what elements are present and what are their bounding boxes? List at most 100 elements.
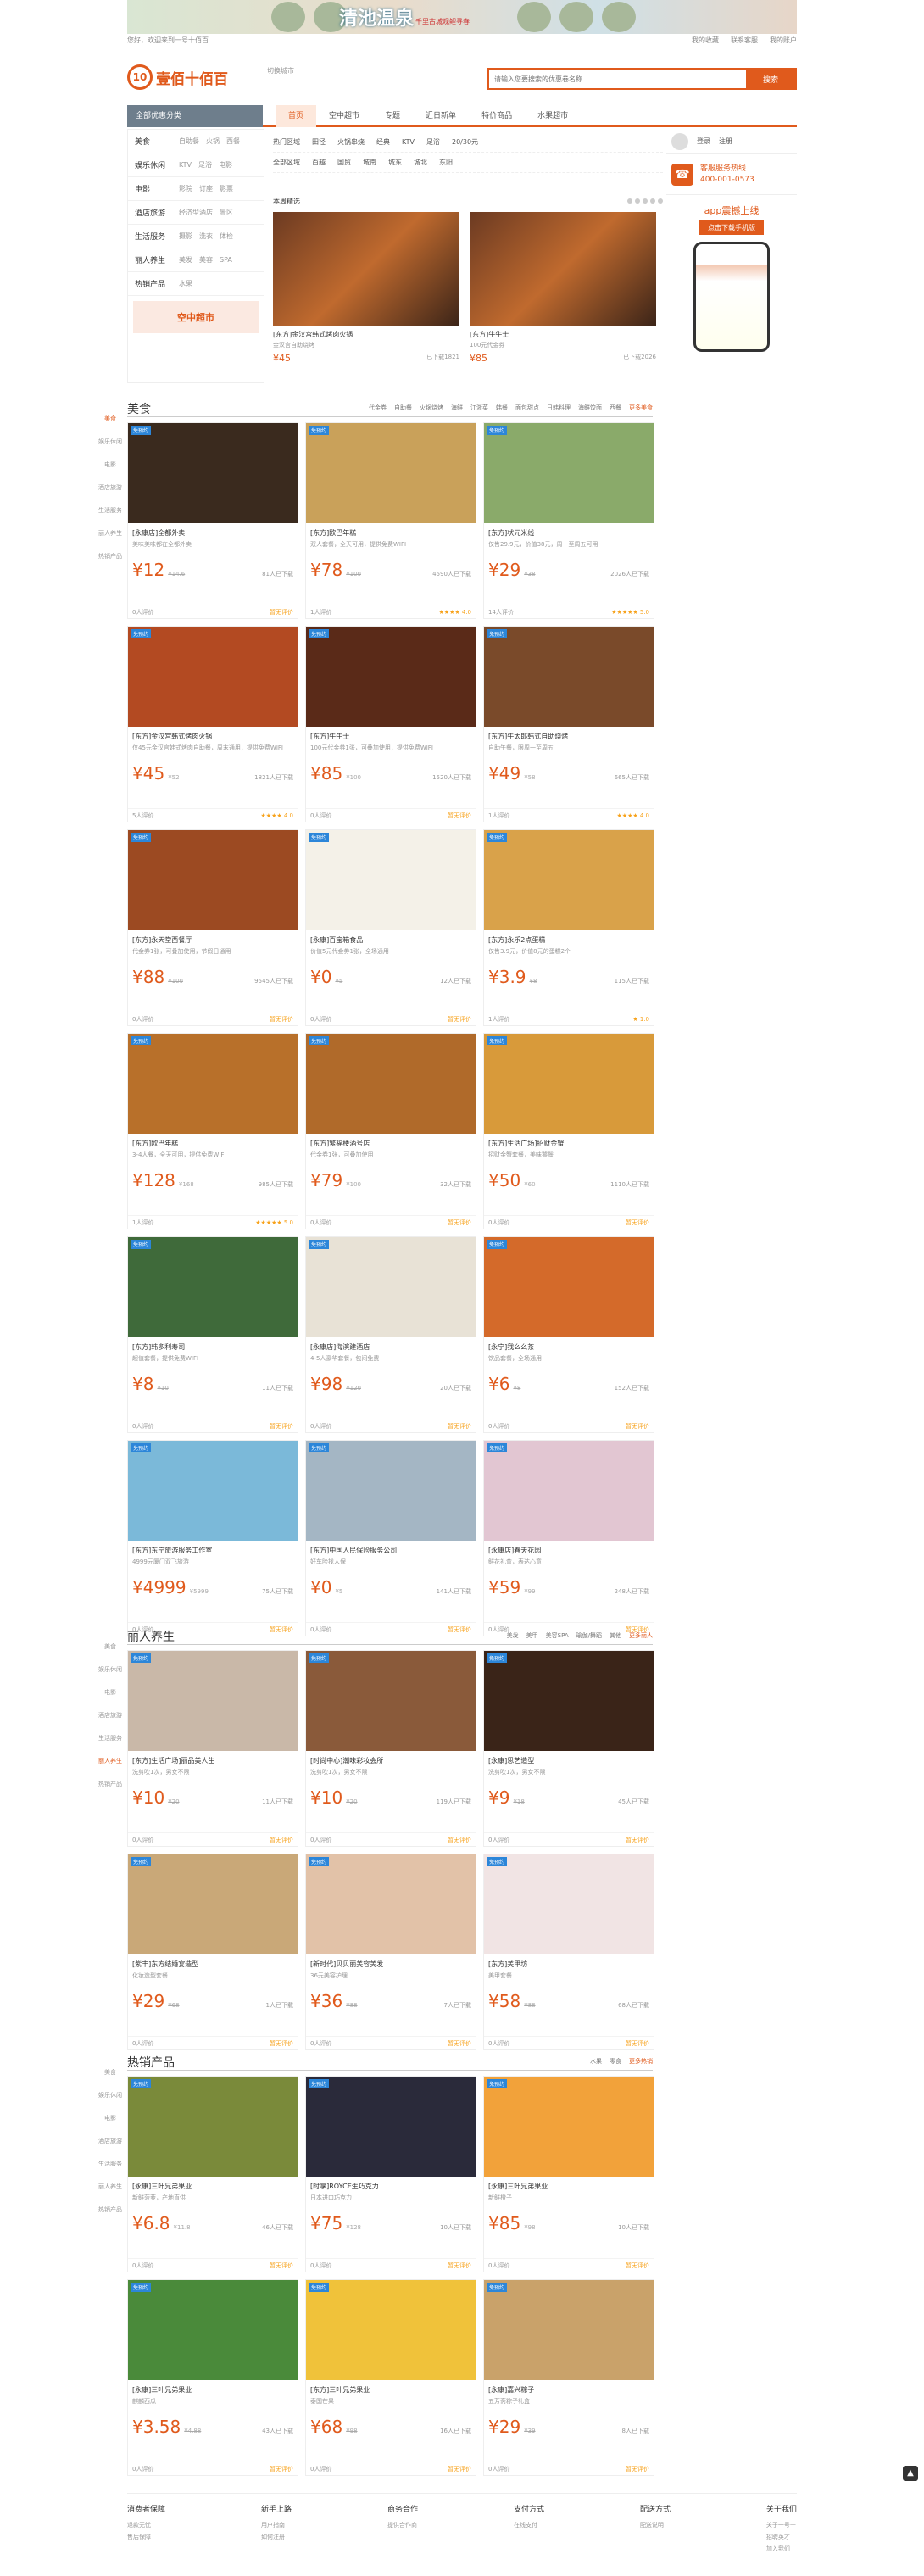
- deal-image[interactable]: 免预约: [128, 1651, 298, 1751]
- city-switch[interactable]: 切换城市: [267, 66, 294, 75]
- deal-card[interactable]: 免预约 [东方]东宁旅游服务工作室 4999元厦门双飞旅游 ¥4999 ¥5999 75人…: [127, 1440, 298, 1636]
- filter-item[interactable]: 经典: [376, 137, 390, 147]
- deal-card[interactable]: 免预约 [东方]金汉宫韩式烤肉火锅 仅45元金汉宫韩式烤肉自助餐，周末通用，提供免费…: [127, 626, 298, 822]
- deal-image[interactable]: 免预约: [484, 1237, 654, 1337]
- sidebar-subitem[interactable]: 美容: [199, 255, 213, 265]
- deal-image[interactable]: 免预约: [484, 627, 654, 727]
- filter-item[interactable]: 城南: [363, 158, 376, 167]
- login-link[interactable]: 登录: [697, 137, 710, 146]
- deal-card[interactable]: 免预约 [永康]百宝箱食品 价值5元代金券1张，全场通用 ¥0 ¥5 12人已下载 0人评价…: [305, 829, 476, 1026]
- floor-nav-item[interactable]: 热销产品: [98, 2206, 122, 2214]
- nav-item[interactable]: 水果超市: [525, 105, 581, 127]
- filter-item[interactable]: 国贸: [337, 158, 351, 167]
- section-tag[interactable]: 海鲜饺面: [578, 404, 602, 412]
- app-download-button[interactable]: 点击下载手机版: [699, 220, 764, 235]
- sidebar-subitem[interactable]: 洗衣: [199, 231, 213, 241]
- sidebar-subitem[interactable]: 美发: [179, 255, 192, 265]
- sidebar-subitem[interactable]: 摄影: [179, 231, 192, 241]
- deal-image[interactable]: 免预约: [128, 2280, 298, 2380]
- deal-card[interactable]: 免预约 [东方]牛太郎韩式自助烧烤 自助午餐，限周一至周五 ¥49 ¥58 665人已下载…: [483, 626, 654, 822]
- deal-image[interactable]: 免预约: [306, 423, 476, 523]
- floor-nav-item[interactable]: 娱乐休闲: [98, 1666, 122, 1674]
- filter-item[interactable]: 火锅串烧: [337, 137, 365, 147]
- filter-item[interactable]: 城北: [414, 158, 427, 167]
- nav-item[interactable]: 空中超市: [316, 105, 372, 127]
- deal-card[interactable]: 免预约 [东方]中国人民保险服务公司 好车险找人保 ¥0 ¥5 141人已下载 0人评价 暂无…: [305, 1440, 476, 1636]
- deal-image[interactable]: 免预约: [306, 1441, 476, 1541]
- site-logo[interactable]: 10 壹佰十佰百: [127, 63, 246, 92]
- filter-item[interactable]: 足浴: [426, 137, 440, 147]
- floor-nav-item[interactable]: 电影: [98, 2115, 122, 2122]
- nav-item[interactable]: 近日新单: [413, 105, 469, 127]
- carousel-dots[interactable]: [627, 198, 663, 204]
- more-link[interactable]: 更多丽人: [629, 1631, 653, 1640]
- more-link[interactable]: 更多热销: [629, 2057, 653, 2066]
- floor-nav-item[interactable]: 酒店旅游: [98, 2138, 122, 2145]
- footer-link[interactable]: 提供合作商: [387, 2519, 418, 2531]
- floor-nav-item[interactable]: 酒店旅游: [98, 484, 122, 492]
- floor-nav-item[interactable]: 热销产品: [98, 553, 122, 560]
- deal-card[interactable]: 免预约 [东方]韩多利寿司 超值套餐，提供免费WIFI ¥8 ¥10 11人已下载 0人评价…: [127, 1236, 298, 1433]
- deal-card[interactable]: 免预约 [东方]状元米线 仅售29.9元，价值38元，周一至周五可用 ¥29 ¥38 20…: [483, 422, 654, 619]
- deal-image[interactable]: 免预约: [128, 2077, 298, 2177]
- floor-nav-item[interactable]: 丽人养生: [98, 1758, 122, 1765]
- section-tag[interactable]: 代金券: [369, 404, 387, 412]
- section-tag[interactable]: 其他: [610, 1631, 621, 1640]
- floor-nav-item[interactable]: 美食: [98, 2069, 122, 2077]
- footer-link[interactable]: 用户指南: [261, 2519, 292, 2531]
- deal-image[interactable]: 免预约: [484, 1441, 654, 1541]
- deal-image[interactable]: 免预约: [484, 423, 654, 523]
- deal-image[interactable]: 免预约: [484, 1651, 654, 1751]
- deal-image[interactable]: 免预约: [128, 830, 298, 930]
- sidebar-subitem[interactable]: 水果: [179, 279, 192, 288]
- section-tag[interactable]: 火锅烧烤: [420, 404, 443, 412]
- deal-image[interactable]: 免预约: [128, 627, 298, 727]
- top-link[interactable]: 联系客服: [731, 36, 758, 45]
- floor-nav-item[interactable]: 美食: [98, 415, 122, 423]
- section-tag[interactable]: 自助餐: [394, 404, 412, 412]
- sidebar-ad[interactable]: 空中超市: [133, 301, 259, 333]
- deal-image[interactable]: 免预约: [306, 1651, 476, 1751]
- sidebar-item[interactable]: 美食 自助餐 火锅 西餐: [128, 130, 264, 153]
- sidebar-subitem[interactable]: 火锅: [206, 137, 220, 146]
- top-link[interactable]: 我的收藏: [692, 36, 719, 45]
- deal-card[interactable]: 免预约 [永康]三叶兄弟果业 新鲜菠萝，产地直供 ¥6.8 ¥11.8 46人已下载 0人评…: [127, 2076, 298, 2272]
- section-tag[interactable]: 海鲜: [451, 404, 463, 412]
- search-input[interactable]: [489, 70, 746, 88]
- filter-item[interactable]: 田径: [312, 137, 326, 147]
- deal-image[interactable]: 免预约: [128, 1237, 298, 1337]
- deal-image[interactable]: 免预约: [128, 1441, 298, 1541]
- deal-image[interactable]: 免预约: [128, 1854, 298, 1954]
- deal-card[interactable]: 免预约 [东方]牛牛士 100元代金券1张，可叠加使用，提供免费WIFI ¥85 ¥10…: [305, 626, 476, 822]
- all-categories-button[interactable]: 全部优惠分类: [127, 105, 263, 127]
- featured-card[interactable]: [东方]金汉宫韩式烤肉火锅 金汉宫自助烧烤 ¥45 已下载1821: [273, 212, 459, 382]
- floor-nav-item[interactable]: 生活服务: [98, 507, 122, 515]
- section-tag[interactable]: 零食: [610, 2057, 621, 2066]
- sidebar-subitem[interactable]: KTV: [179, 161, 192, 169]
- floor-nav-item[interactable]: 美食: [98, 1643, 122, 1651]
- deal-card[interactable]: 免预约 [东方]永乐2点蛋糕 仅售3.9元，价值8元的蛋糕2个 ¥3.9 ¥8 115人已…: [483, 829, 654, 1026]
- sidebar-item[interactable]: 电影 影院 订座 影票: [128, 177, 264, 201]
- more-link[interactable]: 更多美食: [629, 404, 653, 412]
- deal-image[interactable]: 免预约: [128, 423, 298, 523]
- search-button[interactable]: 搜索: [746, 70, 795, 88]
- deal-card[interactable]: 免预约 [时尚中心]潮味彩妆会所 洗剪吹1次，男女不限 ¥10 ¥20 119人已下载 0人…: [305, 1650, 476, 1847]
- deal-image[interactable]: 免预约: [306, 2077, 476, 2177]
- section-tag[interactable]: 西餐: [610, 404, 621, 412]
- filter-item[interactable]: 城东: [388, 158, 402, 167]
- footer-link[interactable]: 配送说明: [640, 2519, 671, 2531]
- top-banner[interactable]: 清池温泉 千里古城观鲤寻春: [127, 0, 797, 34]
- sidebar-subitem[interactable]: 经济型酒店: [179, 208, 213, 217]
- deal-card[interactable]: 免预约 [时享]ROYCE生巧克力 日本进口巧克力 ¥75 ¥128 10人已下载 0人评价…: [305, 2076, 476, 2272]
- deal-card[interactable]: 免预约 [东方]欧巴年糕 3-4人餐，全天可用，提供免费WIFI ¥128 ¥168 98…: [127, 1033, 298, 1229]
- sidebar-subitem[interactable]: 影票: [220, 184, 233, 193]
- deal-image[interactable]: 免预约: [484, 2280, 654, 2380]
- sidebar-subitem[interactable]: 足浴: [198, 160, 212, 170]
- deal-card[interactable]: 免预约 [永康店]春天花园 鲜花礼盒，表达心意 ¥59 ¥99 248人已下载 0人评价 暂无…: [483, 1440, 654, 1636]
- deal-image[interactable]: 免预约: [306, 1237, 476, 1337]
- deal-card[interactable]: 免预约 [东方]美甲坊 美甲套餐 ¥58 ¥88 68人已下载 0人评价 暂无评价: [483, 1854, 654, 2050]
- deal-card[interactable]: 免预约 [东方]三叶兄弟果业 泰国芒果 ¥68 ¥98 16人已下载 0人评价 暂无评价: [305, 2279, 476, 2476]
- floor-nav-item[interactable]: 生活服务: [98, 1735, 122, 1742]
- filter-item[interactable]: 东阳: [439, 158, 453, 167]
- section-tag[interactable]: 江浙菜: [470, 404, 488, 412]
